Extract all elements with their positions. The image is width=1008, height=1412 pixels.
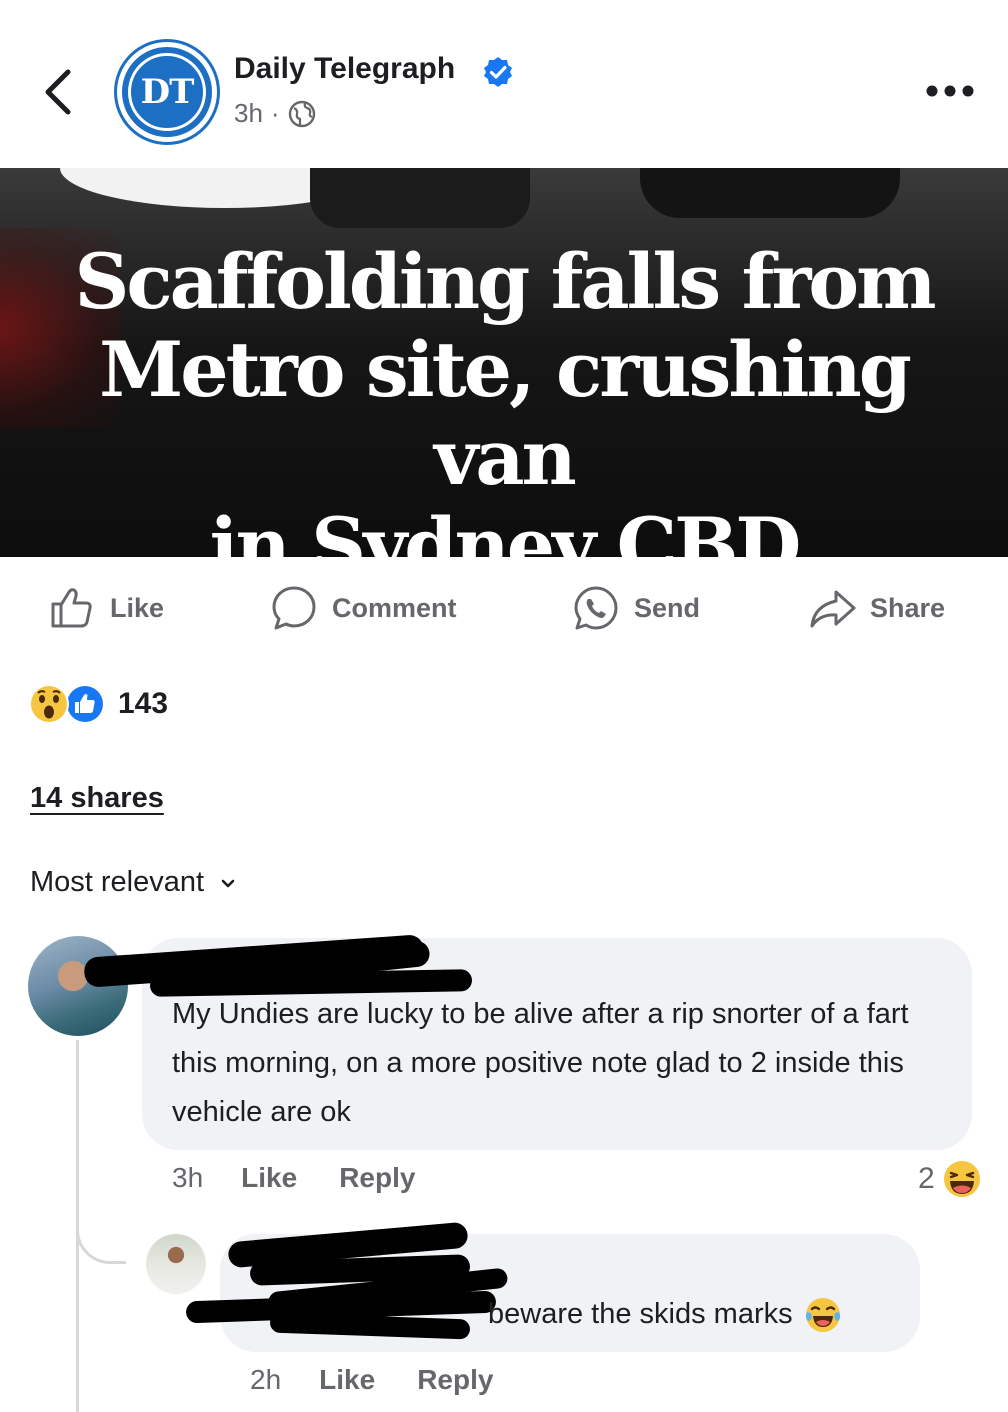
page-name[interactable]: Daily Telegraph [234, 52, 455, 86]
thread-connector [76, 1200, 126, 1264]
share-button[interactable]: Share [808, 584, 945, 632]
shares-link[interactable]: 14 shares [30, 782, 164, 815]
sort-label: Most relevant [30, 866, 205, 898]
reply-time: 2h [250, 1364, 282, 1395]
comment-like-button[interactable]: Like [241, 1162, 297, 1194]
post-header: DT Daily Telegraph 3h · [0, 0, 1008, 168]
headline-line-2: Metro site, crushing van [99, 325, 912, 502]
thumbs-up-icon [51, 588, 92, 628]
comment-reply-button[interactable]: Reply [339, 1162, 415, 1194]
tears-of-joy-emoji-icon [805, 1297, 840, 1332]
verified-badge-icon [484, 57, 512, 87]
page-avatar-initials: DT [140, 72, 195, 112]
back-chevron-icon[interactable] [40, 66, 76, 118]
comment-reaction-count: 2 [918, 1162, 935, 1195]
send-button[interactable]: Send [572, 584, 700, 632]
reply-like-button[interactable]: Like [319, 1364, 375, 1396]
post-time: 3h [234, 98, 263, 128]
like-reaction-icon [65, 684, 105, 724]
comment-actions: 3h Like Reply [172, 1162, 457, 1194]
meta-separator: · [270, 98, 280, 128]
whatsapp-icon [574, 586, 618, 630]
page-avatar[interactable]: DT [117, 42, 217, 142]
share-label: Share [870, 592, 946, 623]
reply-actions: 2h Like Reply [250, 1364, 535, 1396]
headline-line-3: in Sydney CBD [209, 501, 802, 558]
reply-avatar[interactable] [146, 1234, 206, 1294]
reactions-summary[interactable]: 143 [28, 682, 168, 726]
comment-button[interactable]: Comment [270, 584, 457, 632]
comment-reactions[interactable]: 2 [918, 1158, 983, 1200]
like-label: Like [110, 592, 165, 623]
globe-icon [288, 100, 315, 127]
commenter-avatar[interactable] [28, 936, 128, 1036]
comment-time: 3h [172, 1162, 204, 1193]
reply-text-row: beware the skids marks [488, 1290, 908, 1339]
like-button[interactable]: Like [48, 584, 164, 632]
comment-text: My Undies are lucky to be alive after a … [172, 998, 909, 1128]
post-action-bar: Like Comment Send Share [0, 570, 1008, 644]
send-label: Send [634, 592, 701, 623]
post-meta: 3h · [234, 98, 316, 129]
comment-sort-dropdown[interactable]: Most relevant [30, 866, 240, 899]
post-headline: Scaffolding falls from Metro site, crush… [20, 237, 988, 558]
wow-reaction-icon [29, 684, 69, 724]
haha-reaction-icon [941, 1159, 982, 1199]
reply-reply-button[interactable]: Reply [417, 1364, 493, 1396]
more-options-icon[interactable] [925, 82, 975, 100]
share-arrow-icon [810, 590, 856, 628]
comment-bubble-icon [272, 586, 316, 630]
headline-line-1: Scaffolding falls from [74, 237, 937, 326]
post-image[interactable]: Scaffolding falls from Metro site, crush… [0, 168, 1008, 557]
comment-label: Comment [332, 592, 457, 623]
reaction-count: 143 [118, 687, 169, 720]
chevron-down-icon [221, 879, 235, 887]
reply-text: beware the skids marks [488, 1298, 793, 1330]
